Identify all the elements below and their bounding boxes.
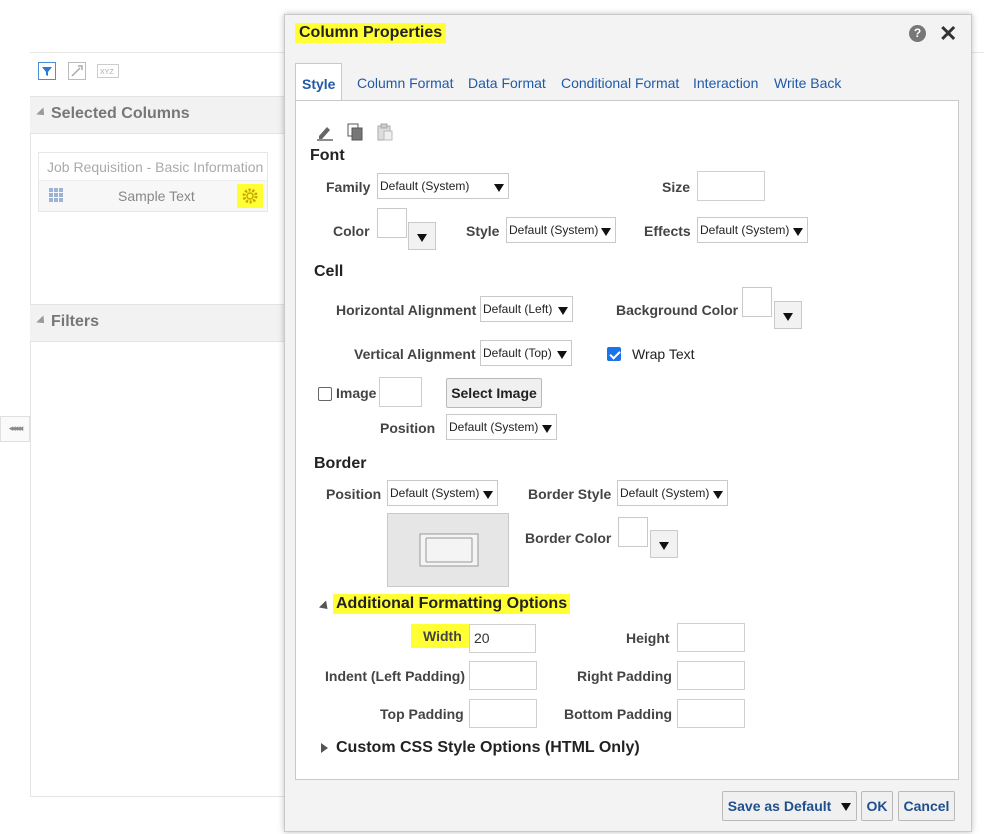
selected-columns-header[interactable]: Selected Columns	[30, 96, 290, 134]
effects-label: Effects	[644, 223, 691, 239]
border-style-value: Default (System)	[620, 486, 710, 500]
vertical-alignment-select[interactable]: Default (Top)	[480, 340, 572, 366]
family-select[interactable]: Default (System)	[377, 173, 509, 199]
width-label: Width	[411, 624, 474, 648]
border-position-value: Default (System)	[390, 486, 480, 500]
column-grid-icon	[49, 188, 63, 202]
close-icon[interactable]: ✕	[939, 21, 957, 47]
tab-bar: Style Column Format Data Format Conditio…	[295, 63, 959, 102]
custom-css-title[interactable]: Custom CSS Style Options (HTML Only)	[336, 739, 640, 757]
border-color-label: Border Color	[525, 530, 612, 546]
image-position-select[interactable]: Default (System)	[446, 414, 557, 440]
horizontal-alignment-value: Default (Left)	[483, 302, 553, 316]
dialog-title: Column Properties	[295, 23, 447, 43]
select-image-button[interactable]: Select Image	[446, 378, 542, 408]
effects-select[interactable]: Default (System)	[697, 217, 808, 243]
tab-write-back[interactable]: Write Back	[774, 75, 841, 91]
svg-text:XYZ: XYZ	[100, 69, 114, 76]
tab-conditional-format[interactable]: Conditional Format	[561, 75, 679, 91]
filters-header[interactable]: Filters	[30, 304, 290, 342]
collapse-triangle-icon[interactable]	[318, 600, 332, 613]
help-icon[interactable]: ?	[909, 25, 926, 42]
indent-input[interactable]	[469, 661, 537, 690]
right-padding-input[interactable]	[677, 661, 745, 690]
cancel-button[interactable]: Cancel	[898, 791, 955, 821]
selected-columns-title: Selected Columns	[51, 105, 190, 122]
column-name: Sample Text	[118, 188, 195, 204]
selected-column-group: Job Requisition - Basic Information Samp…	[38, 152, 268, 212]
vertical-alignment-label: Vertical Alignment	[354, 346, 476, 362]
font-color-dropdown[interactable]	[408, 222, 436, 250]
style-label: Style	[466, 223, 500, 239]
filter-icon[interactable]	[38, 62, 56, 80]
ok-button[interactable]: OK	[861, 791, 893, 821]
border-position-select[interactable]: Default (System)	[387, 480, 498, 506]
edit-formula-icon[interactable]	[68, 62, 86, 80]
top-padding-label: Top Padding	[380, 706, 464, 722]
clear-format-icon[interactable]	[316, 123, 334, 141]
expand-triangle-icon[interactable]	[321, 743, 328, 753]
wrap-text-checkbox[interactable]	[607, 347, 621, 361]
family-label: Family	[326, 179, 371, 195]
border-color-dropdown[interactable]	[650, 530, 678, 558]
indent-label: Indent (Left Padding)	[325, 668, 465, 684]
save-as-default-label: Save as Default	[727, 798, 832, 814]
style-tab-content: Font Family Default (System) Size Color …	[295, 100, 959, 780]
border-style-label: Border Style	[528, 486, 612, 502]
image-position-label: Position	[380, 420, 436, 436]
cell-section-title: Cell	[314, 263, 344, 280]
border-section-title: Border	[314, 455, 367, 472]
column-options-gear-icon[interactable]	[237, 184, 263, 208]
additional-formatting-title[interactable]: Additional Formatting Options	[333, 594, 571, 614]
tab-style[interactable]: Style	[295, 63, 343, 102]
paste-icon[interactable]	[376, 123, 394, 141]
background-color-swatch[interactable]	[742, 287, 772, 317]
save-as-default-button[interactable]: Save as Default	[722, 791, 857, 821]
height-label: Height	[626, 630, 670, 646]
size-label: Size	[662, 179, 691, 195]
wrap-text-label: Wrap Text	[632, 346, 695, 362]
subject-area-label: Job Requisition - Basic Information	[47, 159, 264, 175]
width-input[interactable]: 20	[469, 624, 536, 653]
bottom-padding-input[interactable]	[677, 699, 745, 728]
image-checkbox[interactable]	[318, 387, 332, 401]
border-color-swatch[interactable]	[618, 517, 648, 547]
color-label: Color	[333, 223, 370, 239]
height-input[interactable]	[677, 623, 745, 652]
border-preview[interactable]	[387, 513, 509, 587]
size-input[interactable]	[697, 171, 765, 201]
tab-data-format[interactable]: Data Format	[468, 75, 546, 91]
border-style-select[interactable]: Default (System)	[617, 480, 728, 506]
border-position-label: Position	[326, 486, 382, 502]
image-label: Image	[336, 385, 377, 401]
font-section-title: Font	[310, 147, 345, 164]
tab-interaction[interactable]: Interaction	[693, 75, 758, 91]
background-color-label: Background Color	[616, 302, 739, 318]
effects-value: Default (System)	[700, 223, 790, 237]
vertical-alignment-value: Default (Top)	[483, 346, 552, 360]
top-padding-input[interactable]	[469, 699, 537, 728]
sample-text-icon[interactable]: XYZ	[97, 62, 119, 80]
column-properties-dialog: Column Properties ? ✕ Style Column Forma…	[284, 14, 972, 832]
font-color-swatch[interactable]	[377, 208, 407, 238]
image-preview-box	[379, 377, 422, 407]
right-padding-label: Right Padding	[577, 668, 672, 684]
font-style-select[interactable]: Default (System)	[506, 217, 616, 243]
column-row[interactable]: Sample Text	[39, 180, 267, 211]
family-value: Default (System)	[380, 179, 470, 193]
horizontal-alignment-select[interactable]: Default (Left)	[480, 296, 573, 322]
image-position-value: Default (System)	[449, 420, 539, 434]
filters-title: Filters	[51, 313, 100, 330]
copy-icon[interactable]	[346, 123, 364, 141]
splitter-collapse-handle[interactable]: ◂◂◂◂◂	[0, 416, 30, 442]
horizontal-alignment-label: Horizontal Alignment	[336, 302, 477, 318]
tab-column-format[interactable]: Column Format	[357, 75, 453, 91]
chevron-down-icon	[841, 803, 852, 812]
bottom-padding-label: Bottom Padding	[564, 706, 673, 722]
background-color-dropdown[interactable]	[774, 301, 802, 329]
font-style-value: Default (System)	[509, 223, 599, 237]
